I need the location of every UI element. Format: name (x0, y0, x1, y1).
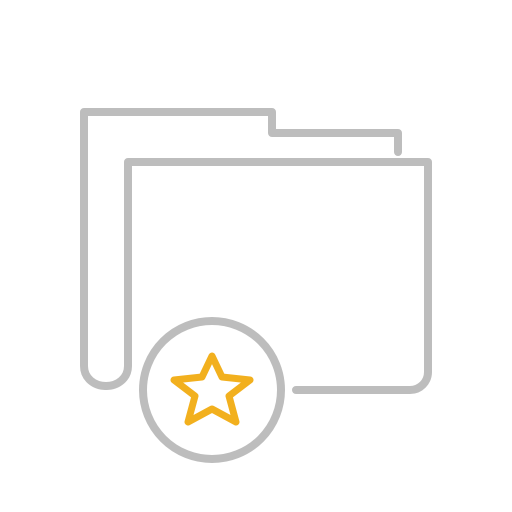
circle-badge (139, 317, 285, 463)
favorite-folder-svg (80, 108, 432, 463)
favorite-folder-icon (0, 0, 512, 512)
